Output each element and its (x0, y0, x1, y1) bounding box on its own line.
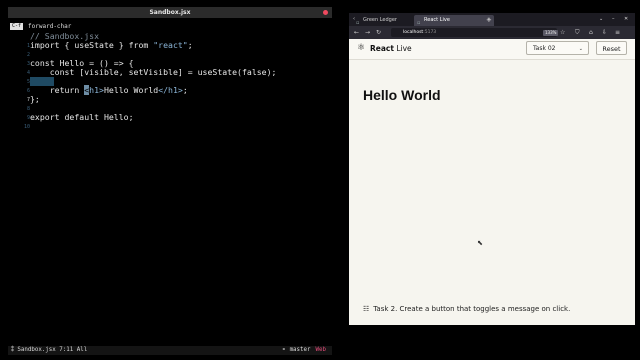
back-arrow-icon[interactable]: ← (354, 29, 359, 36)
task-text: Task 2. Create a button that toggles a m… (373, 305, 571, 313)
task-description: ☷ Task 2. Create a button that toggles a … (363, 304, 570, 314)
app-header: ⚛ React Live Task 02 ⌄ Reset (349, 39, 635, 60)
address-bar[interactable]: localhost:5173 (391, 28, 557, 37)
code-line-8[interactable]: 8 }; (8, 94, 332, 113)
forward-arrow-icon[interactable]: → (365, 29, 370, 36)
tab-label: React Live (424, 17, 450, 23)
tab-bar: ‹ ▫ Green Ledger ✕ ▫ React Live ✕ + ⌄ – … (349, 13, 635, 26)
code-text: return <h1>Hello World</h1>; (30, 85, 188, 95)
echo-command: forward-char (28, 23, 72, 30)
reload-icon[interactable]: ↻ (376, 29, 381, 36)
string-literal: "react" (153, 40, 188, 50)
extensions-icon[interactable]: ⌂ (589, 29, 593, 36)
window-close-icon[interactable]: ✕ (624, 16, 628, 23)
page-content: ⚛ React Live Task 02 ⌄ Reset Hello World… (349, 39, 635, 325)
tab-react-live[interactable]: ▫ React Live ✕ (414, 15, 494, 26)
emacs-editor-window: Sandbox.jsx C-f forward-char 1 // Sandbox… (8, 7, 332, 356)
chevron-down-icon: ⌄ (578, 46, 583, 52)
shield-icon[interactable]: ⛉ (575, 29, 580, 36)
mouse-cursor-icon: ⬉ (477, 239, 483, 247)
task-select[interactable]: Task 02 ⌄ (526, 41, 589, 55)
app-title-rest: Live (393, 44, 412, 53)
minimize-icon[interactable]: – (612, 16, 615, 23)
url-port: :5173 (423, 30, 437, 35)
bookmark-star-icon[interactable]: ☆ (560, 29, 565, 36)
zoom-level-badge[interactable]: 133% (543, 30, 559, 36)
code-line-2[interactable]: 2 import { useState } from "react"; (8, 41, 332, 59)
menu-icon[interactable]: ≡ (615, 29, 620, 36)
editor-titlebar: Sandbox.jsx (8, 7, 332, 18)
tab-label: Green Ledger (363, 17, 397, 23)
code-text: const [visible, setVisible] = useState(f… (30, 67, 277, 77)
preview-heading: Hello World (363, 87, 441, 103)
code-text: import { useState } from "react"; (30, 41, 193, 50)
jsx-tag: h1> (89, 85, 104, 95)
jsx-tag: </h1> (158, 85, 183, 95)
react-atom-icon: ⚛ (357, 43, 366, 53)
echo-area: C-f forward-char (8, 22, 332, 31)
url-host: localhost (403, 30, 424, 35)
reset-button[interactable]: Reset (596, 41, 627, 55)
keystroke-badge: C-f (10, 23, 24, 30)
app-title-bold: React (370, 44, 394, 53)
list-icon: ☷ (363, 305, 370, 313)
code-token: import { useState } from (30, 40, 154, 50)
editor-title: Sandbox.jsx (149, 9, 191, 16)
app-title: React Live (370, 43, 412, 54)
code-token: ; (187, 40, 193, 50)
code-text: export default Hello; (30, 112, 134, 122)
tab-green-ledger[interactable]: ▫ Green Ledger ✕ (353, 15, 423, 26)
tab-overflow-chevron-icon[interactable]: ⌄ (599, 16, 603, 23)
browser-window: ‹ ▫ Green Ledger ✕ ▫ React Live ✕ + ⌄ – … (349, 13, 635, 325)
downloads-icon[interactable]: ⇩ (602, 29, 607, 36)
buffer-status: ⁑ Sandbox.jsx 7:11 All (11, 347, 88, 353)
code-token: ; (182, 85, 188, 95)
code-token: Hello World (103, 85, 159, 95)
vc-status: ⚬ master Web (281, 346, 326, 355)
major-mode: Web (315, 347, 326, 353)
new-tab-plus-icon[interactable]: + (486, 15, 492, 25)
close-icon[interactable] (323, 10, 328, 15)
navigation-toolbar: ← → ↻ localhost:5173 133% ☆ ⛉ ⌂ ⇩ ≡ (349, 26, 635, 39)
code-line-7[interactable]: 7 return <h1>Hello World</h1>; (8, 85, 332, 103)
code-text: }; (30, 94, 40, 104)
code-line-10[interactable]: 10 export default Hello; (8, 112, 332, 131)
task-select-value: Task 02 (533, 45, 556, 52)
git-branch: ⚬ master (281, 347, 311, 353)
line-number: 10 (23, 124, 30, 130)
code-line-5[interactable]: 5 const [visible, setVisible] = useState… (8, 67, 332, 86)
mode-line: ⁑ Sandbox.jsx 7:11 All ⚬ master Web (8, 346, 332, 355)
